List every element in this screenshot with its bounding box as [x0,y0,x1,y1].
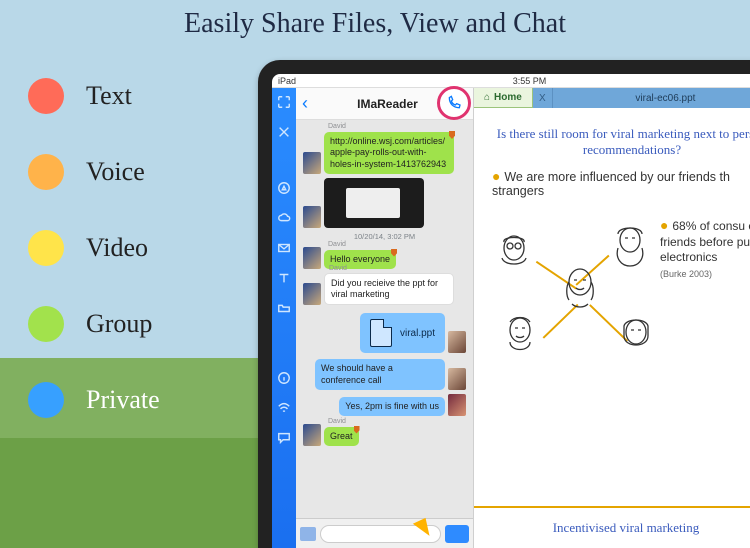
dot-private [28,382,64,418]
status-device: iPad [278,76,296,86]
avatar[interactable] [448,394,466,416]
legend-label: Voice [86,157,145,187]
bookmark-icon [449,131,455,139]
chat-header: ‹ IMaReader [296,88,473,120]
sidebar [272,88,296,548]
sender-label: David [328,241,346,250]
wifi-icon[interactable] [276,400,292,416]
legend-label: Text [86,81,132,111]
image-attachment[interactable]: Cafe ViewChat [324,178,424,228]
bookmark-icon [354,426,360,434]
text-tool-icon[interactable] [276,270,292,286]
legend-label: Video [86,233,148,263]
sender-label: David [328,123,346,132]
message-link[interactable]: David http://online.wsj.com/articles/app… [300,124,469,174]
avatar[interactable] [303,247,321,269]
compass-icon[interactable] [276,180,292,196]
slide-bullet-2: ● 68% of consu consult friends before pu… [660,216,750,281]
dot-text [28,78,64,114]
legend-row-private: Private [28,362,238,438]
sender-label: David [329,265,347,274]
message-text: Did you recieive the ppt for viral marke… [331,278,438,299]
message-text: Great [330,431,353,441]
tab-close-button[interactable]: X [533,88,553,108]
message-text: http://online.wsj.com/articles/apple-pay… [330,136,446,169]
legend-label: Group [86,309,152,339]
call-button-highlight[interactable] [437,86,471,120]
avatar[interactable] [303,283,321,305]
legend-row-video: Video [28,210,238,286]
document-viewer: ⌂ Home X viral-ec06.ppt Is there still r… [474,88,750,548]
slide-footer: Incentivised viral marketing [474,506,750,548]
phone-icon [446,95,462,111]
ipad-frame: iPad 3:55 PM ‹ IMaReader [258,60,750,548]
sender-label: David [328,418,346,427]
message[interactable]: David Did you recieive the ppt for viral… [300,273,469,306]
cloud-icon[interactable] [276,210,292,226]
home-icon: ⌂ [484,92,490,103]
document-icon [370,319,392,347]
chat-icon[interactable] [276,430,292,446]
send-button[interactable] [445,525,469,543]
workspace: ‹ IMaReader David http://online.wsj.com/… [272,88,750,548]
viewer-toolbar: ⌂ Home X viral-ec06.ppt [474,88,750,108]
avatar[interactable] [448,331,466,353]
legend-label: Private [86,385,160,415]
message-text: We should have a conference call [321,363,393,384]
chat-panel: ‹ IMaReader David http://online.wsj.com/… [296,88,474,548]
citation: (Burke 2003) [660,269,712,279]
message-text: Hello everyone [330,254,390,264]
message-file[interactable]: viral.ppt [300,313,469,353]
info-icon[interactable] [276,370,292,386]
file-tab-bar: X viral-ec06.ppt [533,88,750,108]
slide-question: Is there still room for viral marketing … [492,126,750,168]
avatar[interactable] [448,368,466,390]
slide-illustration [492,218,662,358]
slide-bullet-1: ● We are more influenced by our friends … [492,168,750,198]
dot-voice [28,154,64,190]
legend-row-voice: Voice [28,134,238,210]
timestamp: 10/20/14, 3:02 PM [300,232,469,241]
message-image[interactable]: Cafe ViewChat [300,178,469,228]
chat-input-bar [296,518,473,548]
page-title: Easily Share Files, View and Chat [0,0,750,48]
status-bar: iPad 3:55 PM [272,74,750,88]
dot-video [28,230,64,266]
legend-row-text: Text [28,58,238,134]
slide-content[interactable]: Is there still room for viral marketing … [474,108,750,548]
close-icon[interactable] [276,124,292,140]
avatar[interactable] [303,206,321,228]
message[interactable]: David Great [300,424,469,446]
home-label: Home [494,92,522,103]
mail-icon[interactable] [276,240,292,256]
expand-icon[interactable] [276,94,292,110]
legend: Text Voice Video Group Private [28,58,238,438]
bookmark-icon [391,249,397,257]
chat-messages[interactable]: David http://online.wsj.com/articles/app… [296,120,473,518]
avatar[interactable] [303,152,321,174]
message[interactable]: We should have a conference call [300,359,469,390]
status-time: 3:55 PM [296,76,750,86]
message[interactable]: Yes, 2pm is fine with us [300,394,469,416]
message[interactable]: David Hello everyone [300,247,469,269]
message-text: Yes, 2pm is fine with us [345,401,439,411]
dot-group [28,306,64,342]
file-name: viral.ppt [400,328,435,339]
legend-row-group: Group [28,286,238,362]
file-attachment[interactable]: viral.ppt [360,313,445,353]
avatar[interactable] [303,424,321,446]
home-tab[interactable]: ⌂ Home [474,88,533,107]
file-tab[interactable]: viral-ec06.ppt [553,88,750,108]
folder-icon[interactable] [276,300,292,316]
camera-button[interactable] [300,527,316,541]
